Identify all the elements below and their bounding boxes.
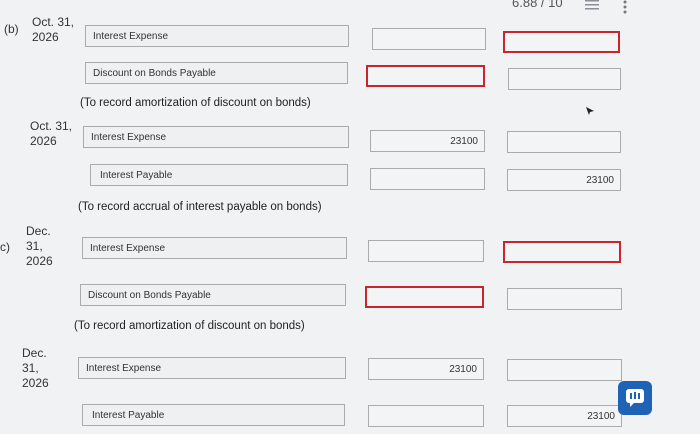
debit-amount-field[interactable] [368,240,484,262]
entry-date: Dec. 31, 2026 [26,224,53,268]
credit-amount-field[interactable] [508,68,621,90]
part-c-label: c) [0,240,10,254]
credit-account-field[interactable]: Interest Payable [90,164,348,186]
credit-account-field[interactable]: Interest Payable [82,404,345,426]
chat-button[interactable] [618,381,652,415]
debit-amount-field[interactable] [372,28,486,50]
debit-amount-field[interactable] [370,168,485,190]
chat-icon [626,389,644,407]
debit-account-field[interactable]: Interest Expense [78,357,346,379]
entry-explanation: (To record accrual of interest payable o… [78,201,322,213]
credit-amount-field[interactable] [503,31,620,53]
credit-amount-field[interactable] [507,288,622,310]
debit-amount-field[interactable] [365,286,484,308]
debit-amount-field[interactable]: 23100 [368,358,484,380]
score-display: 6.88 / 10 [512,0,563,10]
entry-explanation: (To record amortization of discount on b… [80,97,311,109]
debit-amount-field[interactable] [366,65,485,87]
debit-amount-field[interactable]: 23100 [370,130,485,152]
cursor-icon [585,103,595,121]
debit-amount-field[interactable] [368,405,484,427]
credit-account-field[interactable]: Discount on Bonds Payable [80,284,346,306]
credit-amount-field[interactable] [503,241,621,263]
entry-date: Oct. 31, 2026 [30,119,73,148]
list-icon[interactable] [585,0,599,15]
credit-amount-field[interactable]: 23100 [507,405,622,427]
entry-date: Oct. 31, 2026 [32,15,75,44]
credit-amount-field[interactable] [507,359,622,381]
debit-account-field[interactable]: Interest Expense [85,25,349,47]
credit-amount-field[interactable] [507,131,621,153]
debit-account-field[interactable]: Interest Expense [82,237,347,259]
more-icon[interactable] [623,0,627,19]
part-b-label: (b) [4,22,19,36]
credit-account-field[interactable]: Discount on Bonds Payable [85,62,348,84]
entry-date: Dec. 31, 2026 [22,346,49,390]
entry-explanation: (To record amortization of discount on b… [74,320,305,332]
credit-amount-field[interactable]: 23100 [507,169,621,191]
debit-account-field[interactable]: Interest Expense [83,126,349,148]
